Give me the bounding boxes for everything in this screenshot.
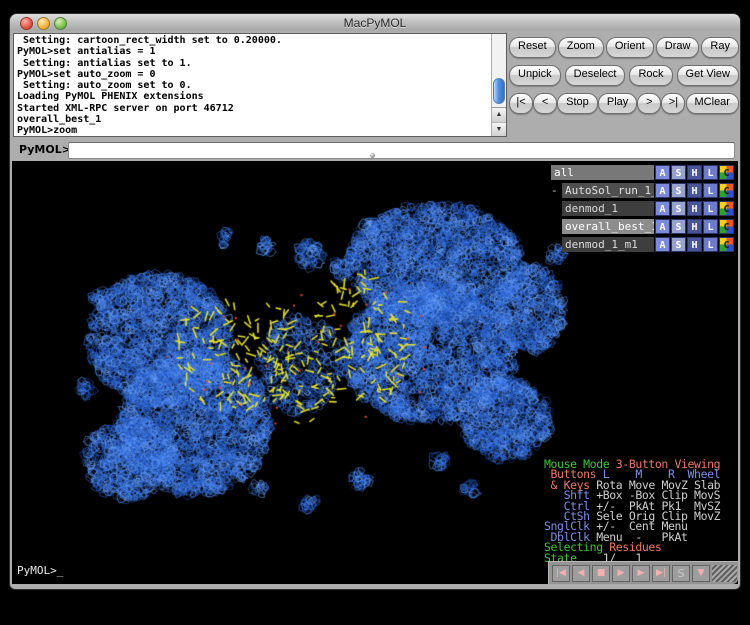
reset-button[interactable]: Reset [509,37,556,58]
console-line: PyMOL>set antialias = 1 [17,46,503,57]
deselect-button[interactable]: Deselect [565,65,626,86]
stop-button[interactable]: ■ [592,565,610,582]
a-menu-button[interactable]: A [655,237,670,252]
h-menu-button[interactable]: H [687,201,702,216]
c-menu-button[interactable]: C [719,237,734,252]
draw-button[interactable]: Draw [656,37,700,58]
object-panel: allASHLC-AutoSol_run_1_ASHLCdenmod_1ASHL… [551,164,734,254]
scene-button[interactable]: S [672,565,690,582]
console-scrollbar[interactable]: ▲ ▼ [491,34,506,136]
viewport-area: PyMOL>_ allASHLC-AutoSol_run_1_ASHLCdenm… [12,161,738,584]
upper-panel: Setting: cartoon_rect_width set to 0.200… [10,31,740,161]
macpymol-window: MacPyMOL Setting: cartoon_rect_width set… [9,13,741,590]
h-menu-button[interactable]: H [687,237,702,252]
a-menu-button[interactable]: A [655,183,670,198]
stop-button[interactable]: Stop [557,93,598,114]
console-line: Loading PyMOL PHENIX extensions [17,91,503,102]
c-menu-button[interactable]: C [719,219,734,234]
object-row-denmod_1: denmod_1ASHLC [551,200,734,217]
window-title: MacPyMOL [10,16,740,30]
s-menu-button[interactable]: S [671,201,686,216]
s-menu-button[interactable]: S [671,183,686,198]
step-back-button[interactable]: ◀ [572,565,590,582]
splitter-handle[interactable] [370,153,375,158]
object-row-all: allASHLC [551,164,734,181]
console-line: PyMOL>zoom [17,125,503,136]
c-menu-button[interactable]: C [719,165,734,180]
orient-button[interactable]: Orient [606,37,654,58]
console-line: Setting: antialias set to 1. [17,58,503,69]
s-menu-button[interactable]: S [671,165,686,180]
console-line: Setting: auto_zoom set to 0. [17,80,503,91]
expand-collapse-icon[interactable]: - [551,184,562,197]
skip-end-button[interactable]: ▶| [652,565,670,582]
h-menu-button[interactable]: H [687,219,702,234]
title-bar[interactable]: MacPyMOL [10,14,740,32]
object-name-overall_best_1[interactable]: overall_best_1 [562,219,654,234]
play-button[interactable]: ▶ [612,565,630,582]
s-menu-button[interactable]: S [671,219,686,234]
command-input[interactable] [68,142,735,159]
nav-button[interactable]: >| [661,93,685,114]
step-forward-button[interactable]: ▶ [632,565,650,582]
console-line: Started XML-RPC server on port 46712 [17,103,503,114]
object-row-denmod_1_m1: denmod_1_m1ASHLC [551,236,734,253]
mouse-mode-panel[interactable]: Mouse Mode 3-Button Viewing Buttons L M … [544,459,734,563]
console-log: Setting: cartoon_rect_width set to 0.200… [13,33,507,137]
menu-down-button[interactable]: ▼ [692,565,710,582]
control-button-panel: ResetZoomOrientDrawRay UnpickDeselectRoc… [509,33,739,139]
scroll-down-icon[interactable]: ▼ [492,123,506,137]
c-menu-button[interactable]: C [719,183,734,198]
object-row-overall_best_1: overall_best_1ASHLC [551,218,734,235]
rock-button[interactable]: Rock [629,65,672,86]
getview-button[interactable]: Get View [677,65,739,86]
play-button[interactable]: Play [598,93,637,114]
resize-grip[interactable] [712,565,737,582]
nav-button[interactable]: < [533,93,557,114]
s-menu-button[interactable]: S [671,237,686,252]
l-menu-button[interactable]: L [703,237,718,252]
l-menu-button[interactable]: L [703,219,718,234]
object-row-AutoSol_run_1_: -AutoSol_run_1_ASHLC [551,182,734,199]
movie-control-bar: |◀◀■▶▶▶|S▼ [548,561,738,584]
object-name-denmod_1[interactable]: denmod_1 [562,201,654,216]
zoom-button[interactable]: Zoom [558,37,604,58]
command-row: PyMOL> [10,141,740,161]
c-menu-button[interactable]: C [719,201,734,216]
viewport-prompt: PyMOL>_ [17,564,63,577]
l-menu-button[interactable]: L [703,183,718,198]
console-text: Setting: cartoon_rect_width set to 0.200… [14,34,506,137]
h-menu-button[interactable]: H [687,183,702,198]
scroll-up-icon[interactable]: ▲ [492,108,506,123]
ray-button[interactable]: Ray [701,37,739,58]
nav-button[interactable]: |< [509,93,533,114]
scrollbar-thumb[interactable] [493,78,505,104]
l-menu-button[interactable]: L [703,165,718,180]
console-line: PyMOL>set auto_zoom = 0 [17,69,503,80]
l-menu-button[interactable]: L [703,201,718,216]
console-line: overall_best_1 [17,114,503,125]
mclear-button[interactable]: MClear [686,93,739,114]
a-menu-button[interactable]: A [655,219,670,234]
object-name-denmod_1_m1[interactable]: denmod_1_m1 [562,237,654,252]
object-name-AutoSol_run_1_[interactable]: AutoSol_run_1_ [562,183,654,198]
skip-start-button[interactable]: |◀ [552,565,570,582]
object-name-all[interactable]: all [551,165,654,180]
console-line: Setting: cartoon_rect_width set to 0.200… [17,35,503,46]
a-menu-button[interactable]: A [655,201,670,216]
nav-button[interactable]: > [637,93,661,114]
a-menu-button[interactable]: A [655,165,670,180]
prompt-label: PyMOL> [19,143,71,156]
h-menu-button[interactable]: H [687,165,702,180]
unpick-button[interactable]: Unpick [509,65,561,86]
